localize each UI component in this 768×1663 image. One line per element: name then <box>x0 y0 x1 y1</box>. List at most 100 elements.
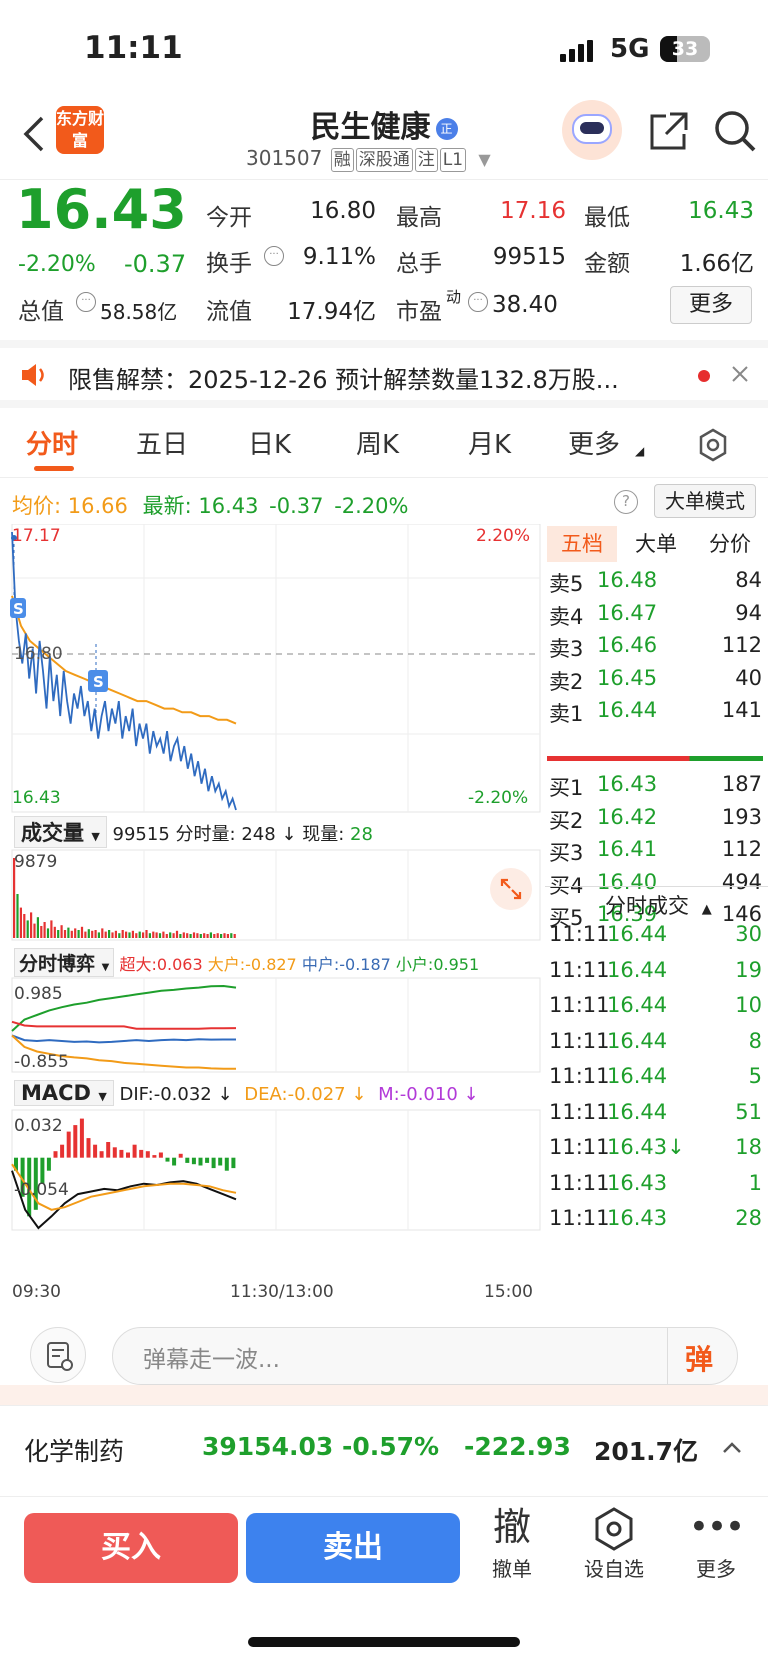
info-icon[interactable]: ··· <box>468 292 488 312</box>
note-icon[interactable] <box>30 1327 86 1383</box>
bid-row[interactable]: 买2 16.42 193 <box>545 805 768 839</box>
trade-row[interactable]: 11:11 16.44 51 <box>545 1100 768 1137</box>
volume-bar <box>186 933 189 938</box>
tab-daily-k[interactable]: 日K <box>248 424 291 461</box>
percent-axis-top: 2.20% <box>476 526 531 546</box>
tab-price-distribution[interactable]: 分价 <box>695 526 765 562</box>
game-selector[interactable]: 分时博弈 ▼ <box>14 948 115 977</box>
sector-bar[interactable]: 化学制药 39154.03 -0.57% -222.93 201.7亿 <box>0 1405 768 1497</box>
quote-panel: 16.43 -2.20% -0.37 今开 16.80 最高 17.16 最低 … <box>0 178 768 340</box>
bid-row-label: 买1 <box>549 776 584 800</box>
ask-row[interactable]: 卖1 16.44 141 <box>545 698 768 732</box>
volume-bar <box>216 933 219 938</box>
sector-percent: -0.57% <box>342 1432 440 1461</box>
volume-bar <box>33 923 36 938</box>
volume-value: 99515 <box>492 244 566 270</box>
volume-axis-max: 9879 <box>14 852 58 872</box>
tab-weekly-k[interactable]: 周K <box>356 424 399 461</box>
volume-bar <box>131 930 134 938</box>
more-button[interactable]: 更多 <box>670 286 752 324</box>
volume-total: 99515 <box>112 824 170 845</box>
intraday-chart[interactable]: SS 17.17 2.20% 16.80 16.43 -2.20% 成交量 ▼ … <box>0 523 545 1304</box>
trade-row-price: 16.44 <box>607 1064 668 1088</box>
mid-trader-line <box>11 1034 236 1044</box>
ask-row[interactable]: 卖2 16.45 40 <box>545 666 768 700</box>
volume-bar <box>213 934 216 938</box>
super-large-line <box>11 1020 237 1030</box>
status-bar: 11:11 5G 33 <box>0 0 768 100</box>
trade-row[interactable]: 11:11 16.43 1 <box>545 1171 768 1208</box>
volume-bar <box>63 930 67 938</box>
trade-row[interactable]: 11:11 16.43 28 <box>545 1206 768 1243</box>
volume-selector[interactable]: 成交量 ▼ <box>14 816 107 848</box>
tab-intraday[interactable]: 分时 <box>26 424 78 461</box>
macd-histogram-bar <box>79 1118 84 1158</box>
chevron-down-icon[interactable]: ▼ <box>478 150 490 169</box>
tab-five-level[interactable]: 五档 <box>547 526 617 562</box>
volume-bar <box>196 933 199 938</box>
tab-monthly-k[interactable]: 月K <box>468 424 511 461</box>
search-icon[interactable] <box>712 108 758 154</box>
trade-row[interactable]: 11:11 16.44 8 <box>545 1029 768 1066</box>
more-actions-button[interactable]: ••• 更多 <box>684 1505 748 1582</box>
chevron-up-icon[interactable] <box>720 1436 744 1460</box>
trade-row[interactable]: 11:11 16.43↓ 18 <box>545 1135 768 1172</box>
add-watchlist-button[interactable]: 设自选 <box>574 1505 654 1582</box>
tab-more[interactable]: 更多 <box>568 424 620 461</box>
change-percent: -2.20% <box>18 252 96 277</box>
home-indicator <box>248 1637 520 1647</box>
cancel-order-button[interactable]: 撤 撤单 <box>480 1505 544 1582</box>
ask-row-label: 卖2 <box>549 669 584 694</box>
trade-row-label: 11:11 <box>549 1206 610 1230</box>
volume-tick: 248 <box>241 824 276 845</box>
trade-row-volume: 5 <box>748 1064 762 1088</box>
volume-bar <box>67 927 70 938</box>
big-order-mode-button[interactable]: 大单模式 <box>654 484 756 518</box>
danmu-placeholder: 弹幕走一波... <box>143 1347 280 1373</box>
macd-histogram-bar <box>93 1144 98 1158</box>
bid-row[interactable]: 买1 16.43 187 <box>545 772 768 806</box>
ask-row[interactable]: 卖3 16.46 112 <box>545 633 768 667</box>
close-icon[interactable] <box>728 362 752 386</box>
notice-bar[interactable]: 限售解禁：2025-12-26 预计解禁数量132.8万股... <box>0 340 768 408</box>
sell-button[interactable]: 卖出 <box>246 1513 460 1583</box>
stock-header: 东方财富 民生健康 正 301507 融深股通注 L1 ▼ <box>0 100 768 180</box>
share-icon[interactable] <box>646 110 690 154</box>
volume-bar <box>152 931 155 938</box>
trade-row[interactable]: 11:11 16.44 10 <box>545 993 768 1030</box>
m-label: M: <box>378 1084 400 1105</box>
macd-histogram-bar <box>152 1155 157 1158</box>
float-cap-value: 17.94亿 <box>287 299 376 325</box>
macd-histogram-bar <box>198 1157 203 1166</box>
gear-icon[interactable] <box>696 428 730 462</box>
help-icon[interactable]: ? <box>614 490 638 514</box>
open-label: 今开 <box>206 205 252 231</box>
trades-title[interactable]: 分时成交 ▲ <box>605 890 712 920</box>
buy-button[interactable]: 买入 <box>24 1513 238 1583</box>
bid-row[interactable]: 买3 16.41 112 <box>545 837 768 871</box>
robot-avatar-icon[interactable] <box>562 100 622 160</box>
volume-bar <box>158 933 162 938</box>
ask-row-volume: 141 <box>721 698 762 722</box>
pe-value: 38.40 <box>492 292 558 318</box>
ask-row-label: 卖5 <box>549 572 584 596</box>
hexagon-icon <box>574 1505 654 1553</box>
danmu-input[interactable]: 弹幕走一波... 弹 <box>112 1327 738 1385</box>
dea-label: DEA: <box>244 1084 288 1105</box>
ask-row[interactable]: 卖5 16.48 84 <box>545 568 768 602</box>
volume-bar <box>111 932 114 938</box>
intraday-chart-svg: SS <box>10 523 541 1231</box>
trade-row[interactable]: 11:11 16.44 19 <box>545 958 768 995</box>
danmu-toggle-button[interactable]: 弹 <box>685 1338 713 1378</box>
volume-bar <box>16 894 19 938</box>
trade-row[interactable]: 11:11 16.44 30 <box>545 922 768 959</box>
info-icon[interactable]: ··· <box>76 292 96 312</box>
expand-icon[interactable] <box>490 868 532 910</box>
ask-row[interactable]: 卖4 16.47 94 <box>545 601 768 635</box>
tab-big-orders[interactable]: 大单 <box>621 526 691 562</box>
tab-five-day[interactable]: 五日 <box>136 424 188 461</box>
trade-row[interactable]: 11:11 16.44 5 <box>545 1064 768 1101</box>
sector-name: 化学制药 <box>24 1437 125 1466</box>
chart-tabs: 分时 五日 日K 周K 月K 更多 ◢ <box>0 408 768 478</box>
macd-selector[interactable]: MACD ▼ <box>14 1080 114 1106</box>
